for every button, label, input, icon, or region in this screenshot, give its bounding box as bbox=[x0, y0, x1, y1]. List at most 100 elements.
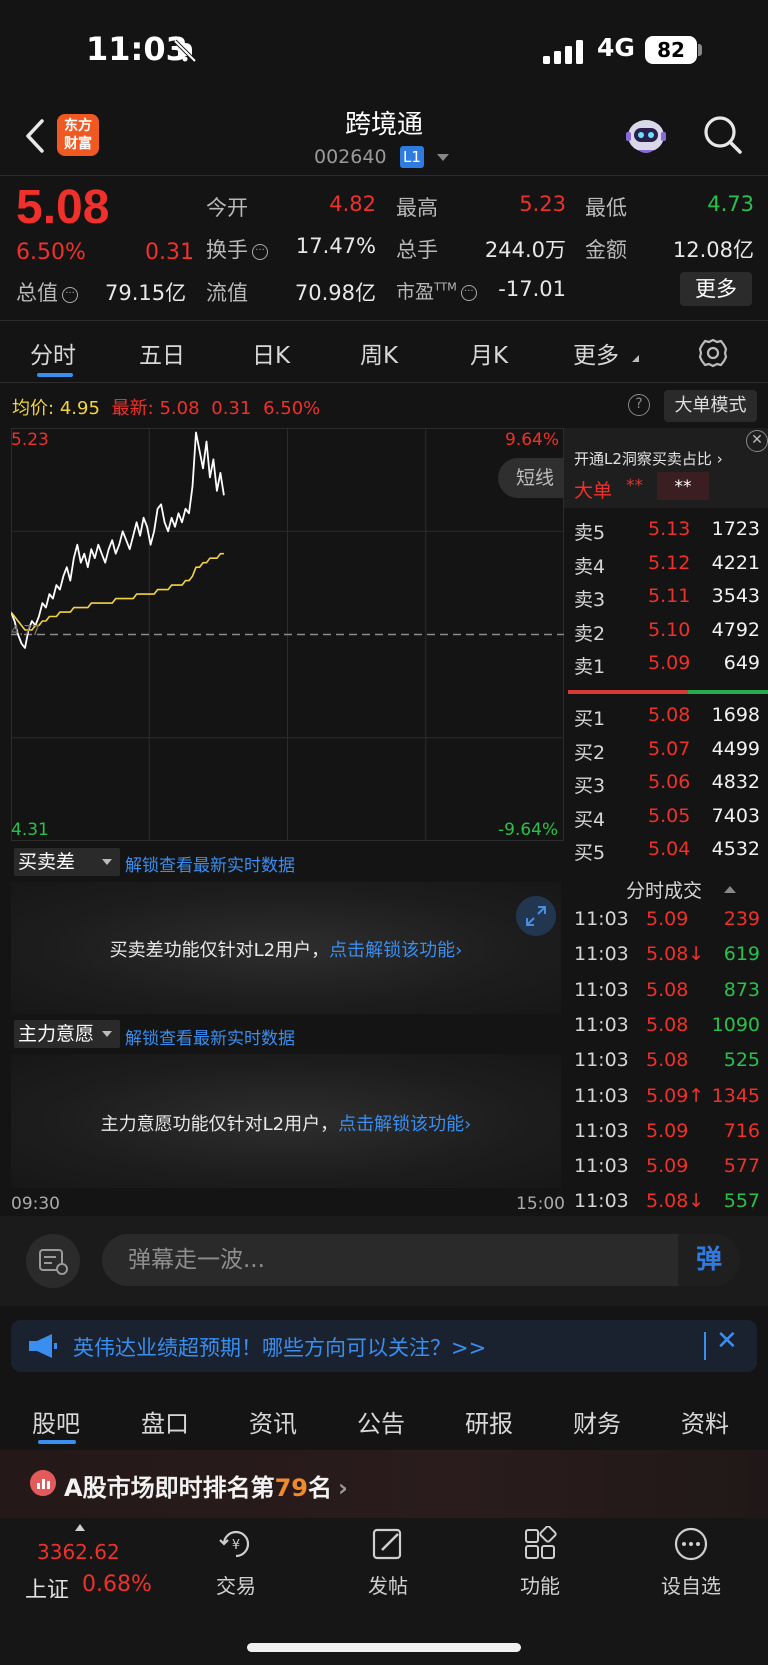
tick-price: 5.09 bbox=[646, 908, 689, 930]
open-label: 今开 bbox=[206, 196, 248, 220]
info-icon[interactable]: ··· bbox=[62, 287, 78, 303]
close-icon[interactable]: ✕ bbox=[716, 1326, 738, 1356]
expand-icon[interactable] bbox=[516, 896, 556, 936]
tab-weekly-k[interactable]: 周K bbox=[360, 336, 398, 370]
battery-tip bbox=[698, 44, 702, 56]
turnover-label[interactable]: 换手 ··· bbox=[206, 234, 268, 264]
bid-volume: 4499 bbox=[711, 737, 760, 760]
tab-monthly-k[interactable]: 月K bbox=[470, 336, 508, 370]
low-label: 最低 bbox=[585, 196, 627, 220]
info-icon[interactable]: ··· bbox=[252, 244, 268, 260]
ask-row[interactable]: 卖3 5.11 3543 bbox=[574, 585, 760, 615]
nav-post[interactable]: 发帖 bbox=[343, 1526, 433, 1599]
low-value: 4.73 bbox=[707, 192, 754, 216]
tick-volume: 619 bbox=[723, 943, 760, 966]
big-order-label: 大单 bbox=[574, 480, 613, 502]
post-icon bbox=[372, 1528, 402, 1560]
apps-icon bbox=[525, 1525, 557, 1559]
index-pct[interactable]: 0.68% bbox=[82, 1572, 152, 1597]
danmaku-settings-icon[interactable] bbox=[26, 1234, 80, 1288]
nav-trade[interactable]: ¥ 交易 bbox=[191, 1526, 281, 1599]
tab-news[interactable]: 资讯 bbox=[249, 1404, 297, 1439]
change-percent: 6.50% bbox=[16, 240, 86, 265]
info-icon[interactable]: ··· bbox=[460, 285, 477, 301]
index-value[interactable]: 3362.62 bbox=[37, 1540, 120, 1564]
big-order-mode-button[interactable]: 大单模式 bbox=[664, 390, 757, 422]
signal-icon bbox=[543, 40, 583, 64]
ask-price: 5.13 bbox=[648, 518, 691, 540]
ask-row[interactable]: 卖2 5.10 4792 bbox=[574, 619, 760, 649]
danmaku-send-button[interactable]: 弹 bbox=[678, 1234, 740, 1286]
news-text[interactable]: 英伟达业绩超预期！哪些方向可以关注？>> bbox=[73, 1332, 486, 1362]
robot-assistant-icon[interactable] bbox=[622, 114, 670, 158]
change-amount: 0.31 bbox=[145, 240, 194, 265]
bid-row[interactable]: 买1 5.08 1698 bbox=[574, 704, 760, 734]
trade-icon: ¥ bbox=[219, 1530, 250, 1558]
short-line-button[interactable]: 短线 bbox=[498, 458, 568, 498]
turnover-value: 17.47% bbox=[295, 234, 376, 258]
tab-intraday[interactable]: 分时 bbox=[30, 336, 76, 370]
tick-row: 11:03 5.08 525 bbox=[574, 1049, 760, 1079]
chevron-down-icon[interactable] bbox=[437, 154, 449, 161]
ask-price: 5.09 bbox=[648, 652, 691, 674]
pe-label[interactable]: 市盈TTM ··· bbox=[396, 277, 477, 304]
tick-row: 11:03 5.08↓ 619 bbox=[574, 943, 760, 973]
intraday-chart[interactable] bbox=[11, 428, 564, 841]
help-icon[interactable]: ? bbox=[628, 394, 650, 416]
gear-icon[interactable] bbox=[697, 337, 729, 369]
news-separator bbox=[704, 1332, 706, 1360]
l2-promo-label: 开通L2洞察买卖占比 bbox=[574, 450, 712, 468]
nav-add-watchlist-label: 设自选 bbox=[661, 1574, 721, 1598]
nav-add-watchlist[interactable]: 设自选 bbox=[646, 1526, 736, 1599]
tab-five-day[interactable]: 五日 bbox=[139, 336, 185, 370]
tab-more[interactable]: 更多 bbox=[573, 336, 619, 370]
tab-daily-k[interactable]: 日K bbox=[252, 336, 290, 370]
level-badge[interactable]: L1 bbox=[400, 146, 424, 168]
latest-label: 最新: bbox=[111, 398, 154, 419]
bid-label: 买2 bbox=[574, 741, 606, 764]
tab-finance[interactable]: 财务 bbox=[573, 1404, 621, 1439]
bid-price: 5.06 bbox=[648, 771, 691, 793]
tab-pankou[interactable]: 盘口 bbox=[141, 1404, 189, 1439]
search-icon[interactable] bbox=[702, 114, 744, 156]
nav-post-label: 发帖 bbox=[368, 1574, 408, 1598]
indicator-select-1[interactable]: 买卖差 bbox=[14, 848, 120, 876]
bid-row[interactable]: 买3 5.06 4832 bbox=[574, 771, 760, 801]
tab-guba[interactable]: 股吧 bbox=[32, 1404, 80, 1439]
tick-price: 5.08 bbox=[646, 1013, 689, 1036]
rank-text[interactable]: A股市场即时排名第79名 › bbox=[64, 1468, 348, 1503]
unlock-link-1[interactable]: 解锁查看最新实时数据 bbox=[125, 851, 295, 876]
latest-pct: 6.50% bbox=[263, 398, 321, 419]
ask-row[interactable]: 卖5 5.13 1723 bbox=[574, 518, 760, 548]
danmaku-input[interactable]: 弹幕走一波... bbox=[102, 1234, 740, 1286]
y-axis-bottom-label: 4.31 bbox=[11, 820, 49, 840]
more-quote-button[interactable]: 更多 bbox=[680, 272, 752, 306]
index-name[interactable]: 上证 bbox=[25, 1572, 69, 1604]
battery-icon: 82 bbox=[645, 36, 697, 64]
unlock-feature-link[interactable]: 点击解锁该功能 bbox=[338, 1114, 464, 1135]
unlock-link-2[interactable]: 解锁查看最新实时数据 bbox=[125, 1024, 295, 1049]
turnover-label-text: 换手 bbox=[206, 238, 248, 262]
tab-profile[interactable]: 资料 bbox=[681, 1404, 729, 1439]
tick-volume: 1090 bbox=[711, 1013, 760, 1036]
market-cap-label[interactable]: 总值 ··· bbox=[16, 277, 78, 307]
ask-row[interactable]: 卖1 5.09 649 bbox=[574, 652, 760, 682]
bottom-tab-active-indicator bbox=[38, 1440, 76, 1444]
indicator-name: 买卖差 bbox=[18, 851, 76, 873]
bid-row[interactable]: 买2 5.07 4499 bbox=[574, 738, 760, 768]
tab-announcements[interactable]: 公告 bbox=[357, 1404, 405, 1439]
ask-label: 卖4 bbox=[574, 555, 606, 578]
bid-row[interactable]: 买4 5.05 7403 bbox=[574, 805, 760, 835]
tab-research[interactable]: 研报 bbox=[465, 1404, 513, 1439]
quote-divider bbox=[0, 320, 768, 321]
bid-row[interactable]: 买5 5.04 4532 bbox=[574, 838, 760, 868]
tick-price: 5.08 bbox=[646, 978, 689, 1001]
close-icon[interactable]: ✕ bbox=[746, 430, 768, 452]
nav-functions[interactable]: 功能 bbox=[495, 1525, 585, 1599]
caret-up-icon[interactable] bbox=[724, 886, 736, 893]
indicator-select-2[interactable]: 主力意愿 bbox=[14, 1020, 120, 1048]
l2-promo-text[interactable]: 开通L2洞察买卖占比 › bbox=[574, 448, 723, 469]
unlock-feature-link[interactable]: 点击解锁该功能 bbox=[329, 940, 455, 961]
ask-row[interactable]: 卖4 5.12 4221 bbox=[574, 552, 760, 582]
ticks-title[interactable]: 分时成交 bbox=[626, 876, 702, 903]
